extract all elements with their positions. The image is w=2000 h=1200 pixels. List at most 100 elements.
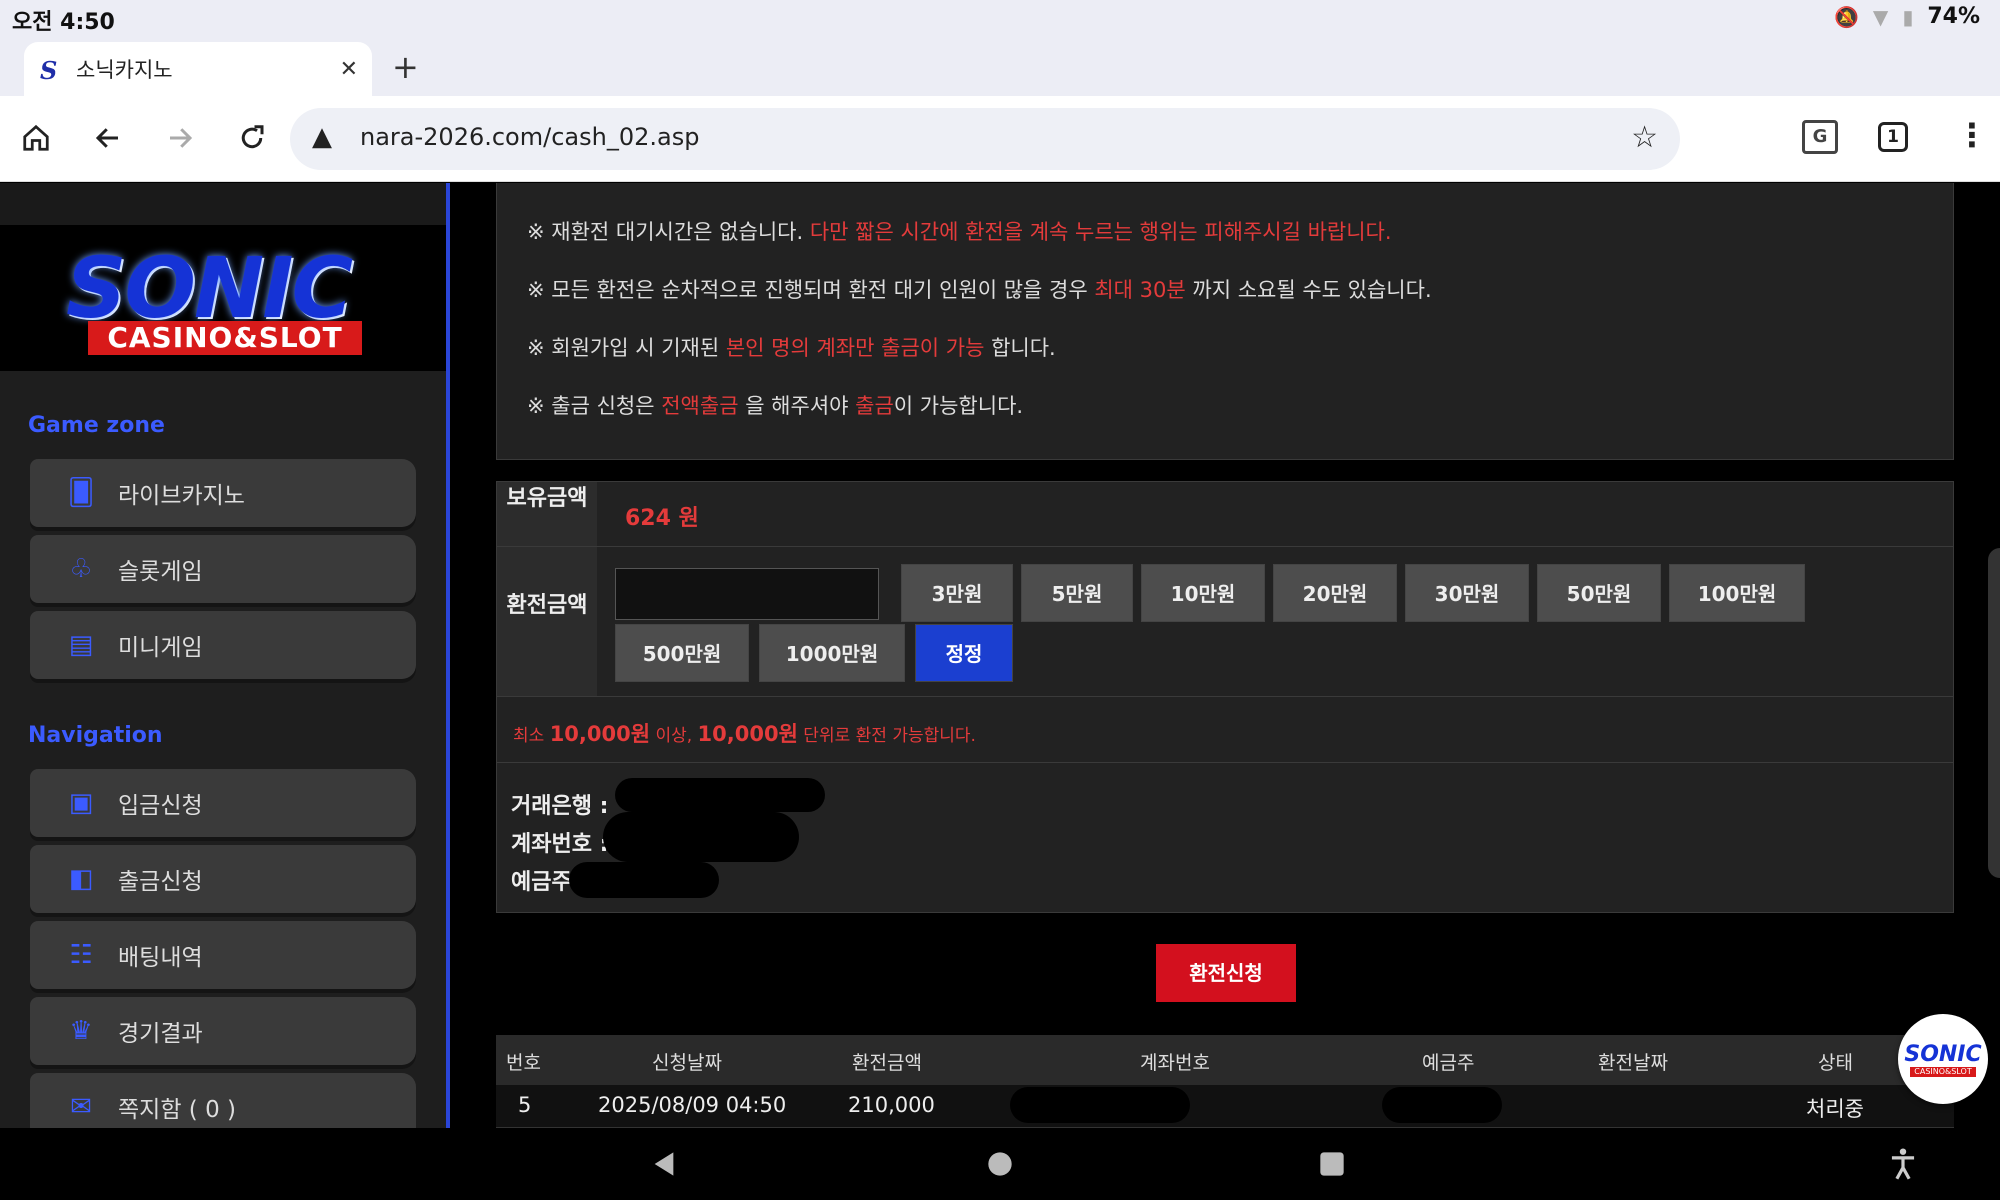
amount-button-500[interactable]: 500만원 bbox=[615, 624, 749, 682]
status-icons: 🔕 ▼ ▮ 74% bbox=[1834, 4, 1980, 29]
bank-name-label: 거래은행 : bbox=[511, 794, 609, 819]
amount-button-30[interactable]: 30만원 bbox=[1405, 564, 1529, 622]
withdraw-submit-button[interactable]: 환전신청 bbox=[1156, 944, 1296, 1002]
translate-icon[interactable]: G bbox=[1802, 120, 1838, 154]
navigation-title: Navigation bbox=[28, 723, 163, 748]
sidebar-item-deposit[interactable]: ▣ 입금신청 bbox=[30, 769, 416, 837]
row-status: 처리중 bbox=[1806, 1097, 1864, 1121]
sidebar-item-betting-history[interactable]: ☷ 배팅내역 bbox=[30, 921, 416, 989]
amount-input[interactable] bbox=[615, 568, 879, 620]
withdraw-form: 보유금액 624 원 환전금액 3만원 5만원 10만원 20만원 30만원 5… bbox=[496, 481, 1954, 913]
row-divider bbox=[497, 546, 1953, 547]
battery-level: 74% bbox=[1927, 4, 1980, 29]
sidebar-divider bbox=[446, 183, 450, 1128]
row-request-date: 2025/08/09 04:50 bbox=[598, 1093, 787, 1117]
accessibility-icon[interactable] bbox=[1888, 1148, 1918, 1180]
col-header: 예금주 bbox=[1422, 1052, 1475, 1074]
row-amount: 210,000 bbox=[848, 1093, 935, 1117]
sidebar-item-label: 쪽지함 ( 0 ) bbox=[118, 1097, 236, 1123]
scroll-edge[interactable] bbox=[1988, 548, 2000, 878]
betting-history-icon: ☷ bbox=[69, 940, 93, 970]
nav-home-icon[interactable] bbox=[986, 1150, 1014, 1178]
sidebar: SONIC CASINO&SLOT Game zone 🂠 라이브카지노 ♧ 슬… bbox=[0, 183, 446, 1128]
system-nav-bar bbox=[0, 1128, 2000, 1200]
main-panel: ※ 재환전 대기시간은 없습니다. 다만 짧은 시간에 환전을 계속 누르는 행… bbox=[496, 183, 1954, 1128]
site-logo[interactable]: SONIC CASINO&SLOT bbox=[0, 225, 446, 371]
notice-line: ※ 재환전 대기시간은 없습니다. 다만 짧은 시간에 환전을 계속 누르는 행… bbox=[527, 220, 1392, 244]
balance-label: 보유금액 bbox=[497, 482, 597, 546]
logo-subtitle: CASINO&SLOT bbox=[88, 321, 362, 355]
col-header: 번호 bbox=[506, 1052, 541, 1074]
close-tab-icon[interactable]: ✕ bbox=[340, 57, 358, 82]
reset-button[interactable]: 정정 bbox=[915, 624, 1013, 682]
mute-icon: 🔕 bbox=[1834, 4, 1859, 29]
home-icon[interactable] bbox=[14, 116, 58, 160]
row-divider bbox=[497, 762, 1953, 763]
sidebar-item-label: 라이브카지노 bbox=[118, 483, 245, 509]
browser-tab[interactable]: S 소닉카지노 ✕ bbox=[24, 42, 372, 96]
sidebar-item-slot[interactable]: ♧ 슬롯게임 bbox=[30, 535, 416, 603]
deposit-icon: ▣ bbox=[68, 788, 94, 818]
browser-toolbar: ▲ nara-2026.com/cash_02.asp ☆ G 1 ⋮ bbox=[0, 96, 2000, 182]
sidebar-item-results[interactable]: ♛ 경기결과 bbox=[30, 997, 416, 1065]
amount-button-100[interactable]: 100만원 bbox=[1669, 564, 1805, 622]
nav-back-icon[interactable] bbox=[650, 1150, 678, 1178]
notice-line: ※ 회원가입 시 기재된 본인 명의 계좌만 출금이 가능 합니다. bbox=[527, 336, 1056, 360]
address-bar[interactable]: ▲ nara-2026.com/cash_02.asp ☆ bbox=[290, 108, 1680, 170]
amount-button-3[interactable]: 3만원 bbox=[901, 564, 1013, 622]
sidebar-item-label: 배팅내역 bbox=[118, 945, 203, 971]
floating-logo-button[interactable]: SONIC CASINO&SLOT bbox=[1898, 1014, 1988, 1104]
col-header: 신청날짜 bbox=[652, 1052, 722, 1074]
new-tab-icon[interactable]: + bbox=[392, 48, 419, 86]
tab-strip: S 소닉카지노 ✕ + bbox=[0, 38, 2000, 96]
status-bar: 오전 4:50 🔕 ▼ ▮ 74% bbox=[0, 0, 2000, 38]
account-number-label: 계좌번호 : bbox=[511, 832, 609, 857]
sidebar-top bbox=[0, 183, 446, 225]
bookmark-star-icon[interactable]: ☆ bbox=[1631, 120, 1658, 155]
game-zone-title: Game zone bbox=[28, 413, 165, 438]
reload-icon[interactable] bbox=[230, 116, 274, 160]
redaction-mark bbox=[1010, 1087, 1190, 1123]
wifi-icon: ▼ bbox=[1872, 4, 1889, 29]
amount-button-20[interactable]: 20만원 bbox=[1273, 564, 1397, 622]
amount-button-1000[interactable]: 1000만원 bbox=[759, 624, 905, 682]
live-casino-icon: 🂠 bbox=[67, 478, 95, 508]
sidebar-item-messages[interactable]: ✉ 쪽지함 ( 0 ) bbox=[30, 1073, 416, 1128]
fab-logo-word: SONIC bbox=[1904, 1042, 1982, 1067]
sidebar-item-label: 미니게임 bbox=[118, 635, 203, 661]
mini-game-icon: ▤ bbox=[68, 630, 94, 660]
notice-box: ※ 재환전 대기시간은 없습니다. 다만 짧은 시간에 환전을 계속 누르는 행… bbox=[496, 183, 1954, 460]
sidebar-item-mini-game[interactable]: ▤ 미니게임 bbox=[30, 611, 416, 679]
trophy-icon: ♛ bbox=[69, 1016, 93, 1046]
not-secure-icon[interactable]: ▲ bbox=[312, 122, 332, 152]
notice-line: ※ 모든 환전은 순차적으로 진행되며 환전 대기 인원이 많을 경우 최대 3… bbox=[527, 278, 1432, 302]
sidebar-item-label: 슬롯게임 bbox=[118, 559, 203, 585]
amount-button-10[interactable]: 10만원 bbox=[1141, 564, 1265, 622]
battery-icon: ▮ bbox=[1902, 4, 1914, 29]
sidebar-item-live-casino[interactable]: 🂠 라이브카지노 bbox=[30, 459, 416, 527]
sidebar-item-label: 출금신청 bbox=[118, 869, 203, 895]
minimum-note: 최소 10,000원 이상, 10,000원 단위로 환전 가능합니다. bbox=[513, 722, 976, 746]
amount-button-50[interactable]: 50만원 bbox=[1537, 564, 1661, 622]
col-header: 환전금액 bbox=[852, 1052, 922, 1074]
row-divider bbox=[497, 696, 1953, 697]
amount-label: 환전금액 bbox=[497, 547, 597, 696]
sidebar-item-label: 경기결과 bbox=[118, 1021, 203, 1047]
tab-switcher-button[interactable]: 1 bbox=[1878, 122, 1908, 152]
back-icon[interactable] bbox=[86, 116, 130, 160]
redaction-mark bbox=[1382, 1087, 1502, 1123]
redaction-mark bbox=[603, 812, 799, 862]
col-header: 상태 bbox=[1818, 1052, 1853, 1074]
nav-recents-icon[interactable] bbox=[1318, 1150, 1346, 1178]
sidebar-item-label: 입금신청 bbox=[118, 793, 203, 819]
url-text[interactable]: nara-2026.com/cash_02.asp bbox=[360, 123, 699, 151]
message-icon: ✉ bbox=[70, 1092, 92, 1122]
wallet-icon: ◧ bbox=[68, 864, 94, 894]
more-menu-icon[interactable]: ⋮ bbox=[1956, 116, 1988, 154]
sidebar-item-withdraw[interactable]: ◧ 출금신청 bbox=[30, 845, 416, 913]
table-row: 5 2025/08/09 04:50 210,000 처리중 bbox=[496, 1085, 1954, 1128]
forward-icon[interactable] bbox=[158, 116, 202, 160]
site-favicon-icon: S bbox=[40, 56, 58, 85]
amount-button-5[interactable]: 5만원 bbox=[1021, 564, 1133, 622]
redaction-mark bbox=[615, 778, 825, 812]
